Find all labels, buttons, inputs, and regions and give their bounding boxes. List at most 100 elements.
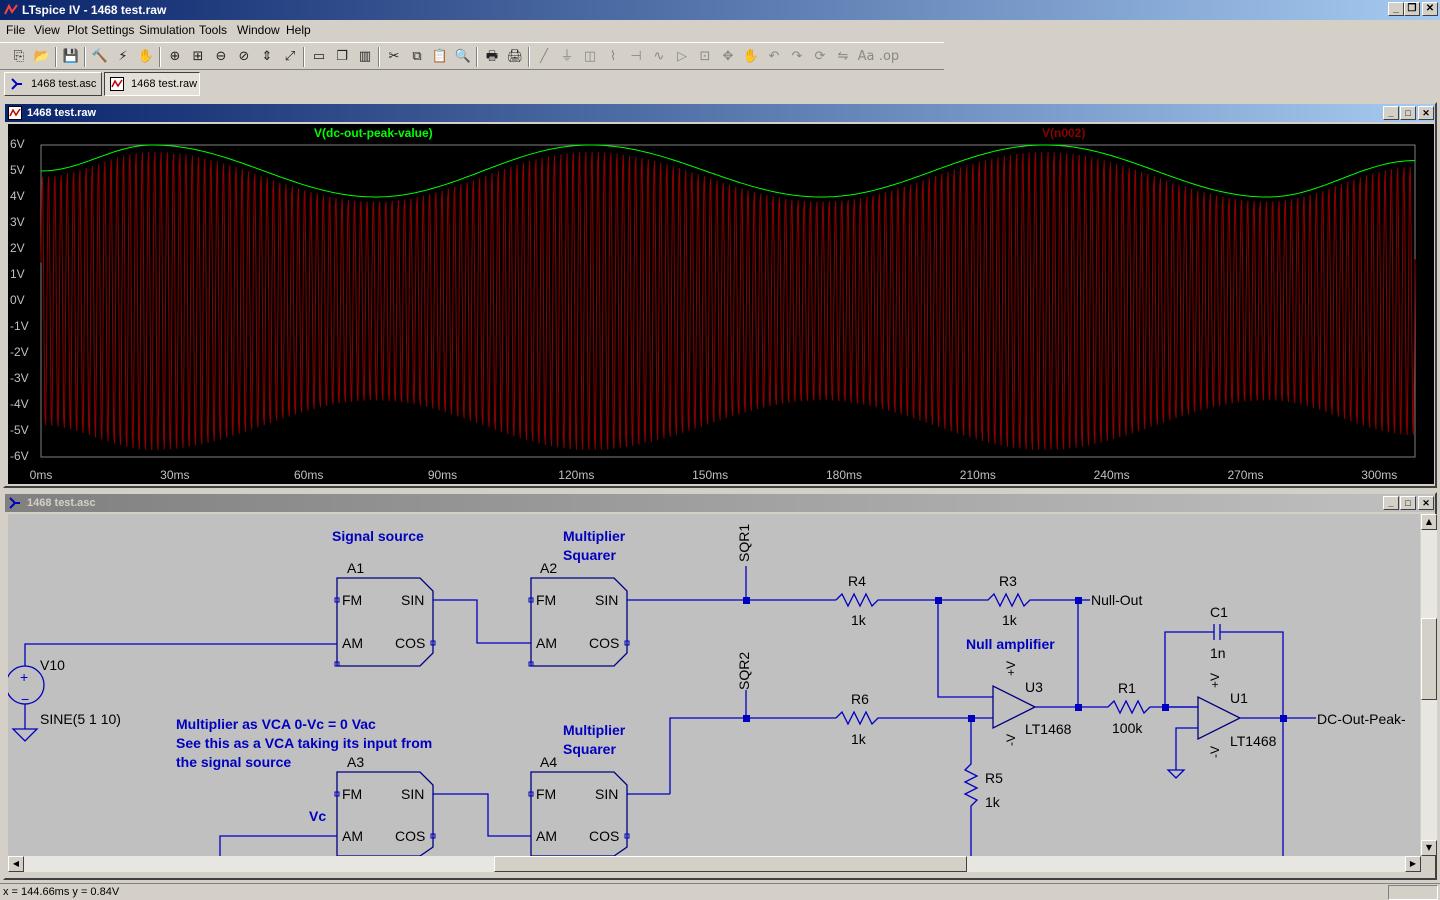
comment-vca-line3[interactable]: the signal source <box>176 754 291 770</box>
net-label-sqr2[interactable]: SQR2 <box>736 652 752 690</box>
minimize-button[interactable]: _ <box>1388 2 1404 16</box>
u3-label[interactable]: U3 <box>1025 679 1043 695</box>
mirror-icon[interactable]: ⇋ <box>832 46 854 68</box>
u1-part[interactable]: LT1468 <box>1230 733 1276 749</box>
schematic-minimize-button[interactable]: _ <box>1383 496 1399 510</box>
waveform-maximize-button[interactable]: □ <box>1400 106 1416 120</box>
r4-label[interactable]: R4 <box>848 573 866 589</box>
capacitor-icon[interactable]: ⊣ <box>625 46 647 68</box>
horizontal-scroll-thumb[interactable] <box>494 856 967 872</box>
r6-label[interactable]: R6 <box>851 691 869 707</box>
rotate-icon[interactable]: ⟳ <box>809 46 831 68</box>
print-setup-icon[interactable]: 🖶 <box>481 46 503 68</box>
zoom-cancel-icon[interactable]: ⊘ <box>233 46 255 68</box>
ground-icon[interactable]: ⏚ <box>556 46 578 68</box>
v10-value[interactable]: SINE(5 1 10) <box>40 711 121 727</box>
menu-tools[interactable]: Tools <box>199 23 227 37</box>
autorange-icon[interactable]: ⇕ <box>256 46 278 68</box>
comment-vca-line2[interactable]: See this as a VCA taking its input from <box>176 735 432 751</box>
scroll-up-button[interactable]: ▲ <box>1421 514 1437 530</box>
menu-view[interactable]: View <box>34 23 60 37</box>
waveform-close-button[interactable]: ✕ <box>1418 106 1434 120</box>
trace-label-dc-out-peak-value[interactable]: V(dc-out-peak-value) <box>314 126 433 140</box>
spice-directive-icon[interactable]: .op <box>878 46 900 68</box>
restore-button[interactable]: ❐ <box>1404 2 1420 16</box>
waveform-plot-area[interactable]: V(dc-out-peak-value) V(n002) 6V 5V 4V 3V 2V 1… <box>8 124 1434 484</box>
schematic-close-button[interactable]: ✕ <box>1418 496 1434 510</box>
cascade-icon[interactable]: ❐ <box>331 46 353 68</box>
scroll-down-button[interactable]: ▼ <box>1421 840 1437 856</box>
waveform-chart[interactable] <box>8 124 1434 484</box>
zoom-out-icon[interactable]: ⊖ <box>210 46 232 68</box>
a1-label[interactable]: A1 <box>347 560 364 576</box>
schematic-canvas[interactable]: + − Signal source Multiplier Squarer Mul… <box>8 514 1420 856</box>
tab-waveform[interactable]: 1468 test.raw <box>104 72 200 96</box>
zoom-area-icon[interactable]: ⊞ <box>187 46 209 68</box>
a2-label[interactable]: A2 <box>540 560 557 576</box>
net-label-sqr1[interactable]: SQR1 <box>736 524 752 562</box>
comment-signal-source[interactable]: Signal source <box>332 528 424 544</box>
r3-value[interactable]: 1k <box>1002 612 1017 628</box>
tab-schematic[interactable]: 1468 test.asc <box>4 72 102 96</box>
menu-plot-settings[interactable]: Plot Settings <box>67 23 134 37</box>
trace-label-n002[interactable]: V(n002) <box>1042 126 1085 140</box>
u3-part[interactable]: LT1468 <box>1025 721 1071 737</box>
print-icon[interactable]: 🖨 <box>504 46 526 68</box>
scroll-right-button[interactable]: ▶ <box>1405 856 1421 872</box>
c1-value[interactable]: 1n <box>1210 645 1226 661</box>
r6-value[interactable]: 1k <box>851 731 866 747</box>
diode-icon[interactable]: ▷ <box>671 46 693 68</box>
comment-squarer-1[interactable]: Squarer <box>563 547 616 563</box>
redo-icon[interactable]: ↷ <box>786 46 808 68</box>
menu-file[interactable]: File <box>6 23 25 37</box>
v10-label[interactable]: V10 <box>40 657 65 673</box>
c1-label[interactable]: C1 <box>1210 604 1228 620</box>
save-icon[interactable]: 💾 <box>60 46 82 68</box>
cut-icon[interactable]: ✂ <box>383 46 405 68</box>
net-label-vc[interactable]: Vc <box>309 808 326 824</box>
resistor-icon[interactable]: ⌇ <box>602 46 624 68</box>
comment-vca-line1[interactable]: Multiplier as VCA 0-Vc = 0 Vac <box>176 716 376 732</box>
inductor-icon[interactable]: ∿ <box>648 46 670 68</box>
new-schematic-icon[interactable]: ⎘ <box>8 46 30 68</box>
waveform-minimize-button[interactable]: _ <box>1383 106 1399 120</box>
open-icon[interactable]: 📂 <box>31 46 53 68</box>
menu-simulation[interactable]: Simulation <box>139 23 195 37</box>
undo-icon[interactable]: ↶ <box>763 46 785 68</box>
r5-label[interactable]: R5 <box>985 770 1003 786</box>
r5-value[interactable]: 1k <box>985 794 1000 810</box>
move-icon[interactable]: ✥ <box>717 46 739 68</box>
schematic-maximize-button[interactable]: □ <box>1400 496 1416 510</box>
vertical-scroll-thumb[interactable] <box>1421 618 1437 700</box>
ltspice-app-icon[interactable] <box>3 2 19 18</box>
r3-label[interactable]: R3 <box>999 573 1017 589</box>
menu-help[interactable]: Help <box>286 23 311 37</box>
close-button[interactable]: ✕ <box>1422 2 1438 16</box>
comment-null-amplifier[interactable]: Null amplifier <box>966 636 1055 652</box>
comment-multiplier-2[interactable]: Multiplier <box>563 722 625 738</box>
schematic-vertical-scrollbar[interactable]: ▲ ▼ <box>1421 514 1437 856</box>
net-label-null-out[interactable]: Null-Out <box>1091 592 1142 608</box>
wire-icon[interactable]: ╱ <box>533 46 555 68</box>
scroll-left-button[interactable]: ◀ <box>8 856 24 872</box>
zoom-in-icon[interactable]: ⊕ <box>164 46 186 68</box>
copy-icon[interactable]: ⧉ <box>406 46 428 68</box>
tile-horizontal-icon[interactable]: ▭ <box>308 46 330 68</box>
text-icon[interactable]: Aa <box>855 46 877 68</box>
schematic-horizontal-scrollbar[interactable]: ◀ ▶ <box>8 856 1421 872</box>
menu-window[interactable]: Window <box>237 23 280 37</box>
net-label-dc-out-peak[interactable]: DC-Out-Peak- <box>1317 711 1406 727</box>
tile-vertical-icon[interactable]: ▥ <box>354 46 376 68</box>
control-panel-icon[interactable]: 🔨 <box>89 46 111 68</box>
r4-value[interactable]: 1k <box>851 612 866 628</box>
comment-multiplier-1[interactable]: Multiplier <box>563 528 625 544</box>
comment-squarer-2[interactable]: Squarer <box>563 741 616 757</box>
r1-label[interactable]: R1 <box>1118 680 1136 696</box>
u1-label[interactable]: U1 <box>1230 690 1248 706</box>
component-icon[interactable]: ⊡ <box>694 46 716 68</box>
a4-label[interactable]: A4 <box>540 754 557 770</box>
pan-icon[interactable]: ✋ <box>135 46 157 68</box>
r1-value[interactable]: 100k <box>1112 720 1142 736</box>
a3-label[interactable]: A3 <box>347 754 364 770</box>
paste-icon[interactable]: 📋 <box>429 46 451 68</box>
